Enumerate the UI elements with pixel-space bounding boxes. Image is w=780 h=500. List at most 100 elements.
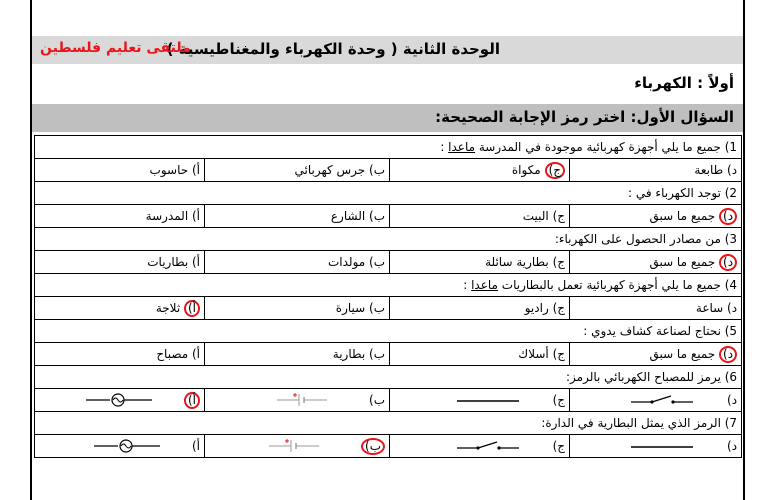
- answer-option[interactable]: د): [568, 388, 743, 412]
- unit-title: الوحدة الثانية ( وحدة الكهرباء والمغناطي…: [166, 40, 500, 58]
- option-text: جميع ما سبق: [649, 208, 720, 223]
- answer-option[interactable]: ج): [389, 434, 570, 458]
- option-letter: ب): [369, 301, 385, 315]
- answer-option[interactable]: د) ساعة: [568, 296, 743, 320]
- question-stem-row: 1) جميع ما يلي أجهزة كهربائية موجودة في …: [33, 135, 743, 159]
- wire-symbol-icon: [631, 446, 694, 449]
- answer-option[interactable]: أ) بطاريات: [34, 250, 205, 274]
- answer-options-row: أ) مصباح ب) بطارية ج) أسلاك د) جميع ما سبق: [34, 342, 743, 366]
- answer-option[interactable]: أ) مصباح: [34, 342, 205, 366]
- option-text: مولدات: [327, 255, 370, 269]
- question-title: السؤال الأول: اختر رمز الإجابة الصحيحة:: [435, 108, 734, 126]
- answer-options-row: أ) حاسوب ب) جرس كهربائي ج) مكواة د) طابعة: [34, 158, 743, 182]
- answer-options-row: أ) بطاريات ب) مولدات ج) بطارية سائلة د) جمي…: [34, 250, 743, 274]
- answer-option[interactable]: ب) مولدات: [204, 250, 390, 274]
- option-letter: ج): [552, 438, 565, 453]
- option-letter: أ): [191, 163, 200, 177]
- option-letter: ب): [369, 255, 385, 269]
- questions-table: 1) جميع ما يلي أجهزة كهربائية موجودة في …: [33, 135, 743, 458]
- switch-symbol-icon: [631, 395, 694, 404]
- stem-text: 7) الرمز الذي يمثل البطارية في الدارة:: [541, 416, 738, 430]
- option-letter: ب): [369, 163, 385, 177]
- answer-option[interactable]: ب) جرس كهربائي: [204, 158, 390, 182]
- battery-symbol-icon: [269, 439, 320, 452]
- answer-option[interactable]: ب) سيارة: [204, 296, 390, 320]
- circled-option-letter: د): [719, 207, 738, 225]
- stem-text: 4) جميع ما يلي أجهزة كهربائية تعمل بالبط…: [497, 278, 738, 292]
- answer-option[interactable]: ج) راديو: [389, 296, 570, 320]
- question-stem: 1) جميع ما يلي أجهزة كهربائية موجودة في …: [33, 135, 743, 159]
- circled-option-letter: د): [719, 253, 738, 271]
- option-letter: ج): [552, 209, 565, 223]
- answer-option[interactable]: د): [568, 434, 743, 458]
- answer-option[interactable]: ج) بطارية سائلة: [389, 250, 570, 274]
- stem-underlined: ماعدا: [448, 140, 476, 154]
- option-text: مكواة: [511, 162, 545, 177]
- option-letter: د): [727, 438, 738, 453]
- answer-option[interactable]: أ) ثلاجة: [34, 296, 205, 320]
- answer-option[interactable]: د) جميع ما سبق: [568, 250, 743, 274]
- option-letter: ج): [552, 347, 565, 361]
- option-text: مصباح: [156, 347, 192, 361]
- lamp-symbol-icon: [85, 393, 152, 407]
- answer-option[interactable]: أ) حاسوب: [34, 158, 205, 182]
- option-text: بطارية: [332, 347, 370, 361]
- stem-text: 2) توجد الكهرباء في :: [628, 186, 738, 200]
- section-title: أولاً : الكهرباء: [634, 74, 734, 92]
- wire-symbol-icon: [456, 400, 519, 403]
- option-text: ساعة: [695, 301, 728, 315]
- option-text: الشارع: [330, 209, 370, 223]
- option-letter: أ): [191, 347, 200, 361]
- option-text: سيارة: [335, 301, 370, 315]
- option-text: ثلاجة: [155, 300, 184, 315]
- answer-options-row: أ) المدرسة ب) الشارع ج) البيت د) جميع ما سب…: [34, 204, 743, 228]
- option-letter: أ): [191, 438, 200, 453]
- battery-symbol-icon: [277, 393, 328, 407]
- answer-option[interactable]: ب): [204, 434, 390, 458]
- circled-option-letter: د): [719, 345, 738, 363]
- option-letter: ب): [369, 392, 385, 407]
- option-text: بطارية سائلة: [485, 255, 553, 269]
- answer-option[interactable]: ج) البيت: [389, 204, 570, 228]
- answer-option[interactable]: ب) بطارية: [204, 342, 390, 366]
- circled-option-letter: أ): [183, 299, 200, 317]
- brand-label: ملتقى تعليم فلسطين: [40, 40, 191, 56]
- answer-option[interactable]: د) جميع ما سبق: [568, 342, 743, 366]
- answer-option[interactable]: ب): [204, 388, 390, 412]
- question-stem-row: 4) جميع ما يلي أجهزة كهربائية تعمل بالبط…: [33, 273, 743, 297]
- answer-option[interactable]: أ): [34, 388, 205, 412]
- stem-text: 6) يرمز للمصباح الكهربائي بالرمز:: [565, 370, 738, 384]
- question-stem: 3) من مصادر الحصول على الكهرباء:: [33, 227, 743, 251]
- option-text: البيت: [522, 209, 553, 223]
- question-stem: 7) الرمز الذي يمثل البطارية في الدارة:: [33, 411, 743, 435]
- option-text: المدرسة: [145, 209, 192, 223]
- question-stem-row: 3) من مصادر الحصول على الكهرباء:: [33, 227, 743, 251]
- option-text: حاسوب: [149, 163, 192, 177]
- answer-option[interactable]: ج): [389, 388, 570, 412]
- option-text: جميع ما سبق: [649, 346, 720, 361]
- option-text: بطاريات: [147, 255, 192, 269]
- question-stem: 5) نحتاج لصناعة كشاف يدوي :: [33, 319, 743, 343]
- circled-option-letter: أ): [183, 391, 200, 409]
- answer-option[interactable]: ب) الشارع: [204, 204, 390, 228]
- option-text: راديو: [524, 301, 553, 315]
- option-letter: ب): [369, 209, 385, 223]
- option-letter: ج): [552, 255, 565, 269]
- answer-options-row: أ) ب) ج) د): [34, 388, 743, 412]
- option-text: جميع ما سبق: [649, 254, 720, 269]
- circled-option-letter: ب): [361, 437, 385, 455]
- option-text: جرس كهربائي: [294, 163, 370, 177]
- stem-text: 1) جميع ما يلي أجهزة كهربائية موجودة في …: [475, 140, 738, 154]
- answer-option[interactable]: ج) أسلاك: [389, 342, 570, 366]
- question-stem: 4) جميع ما يلي أجهزة كهربائية تعمل بالبط…: [33, 273, 743, 297]
- answer-option[interactable]: ج) مكواة: [389, 158, 570, 182]
- answer-option[interactable]: أ): [34, 434, 205, 458]
- stem-text: 3) من مصادر الحصول على الكهرباء:: [554, 232, 738, 246]
- option-letter: أ): [191, 255, 200, 269]
- answer-option[interactable]: أ) المدرسة: [34, 204, 205, 228]
- answer-option[interactable]: د) جميع ما سبق: [568, 204, 743, 228]
- answer-option[interactable]: د) طابعة: [568, 158, 743, 182]
- answer-options-row: أ) ب) ج) د): [34, 434, 743, 458]
- option-letter: ب): [369, 347, 385, 361]
- option-letter: ج): [552, 392, 565, 407]
